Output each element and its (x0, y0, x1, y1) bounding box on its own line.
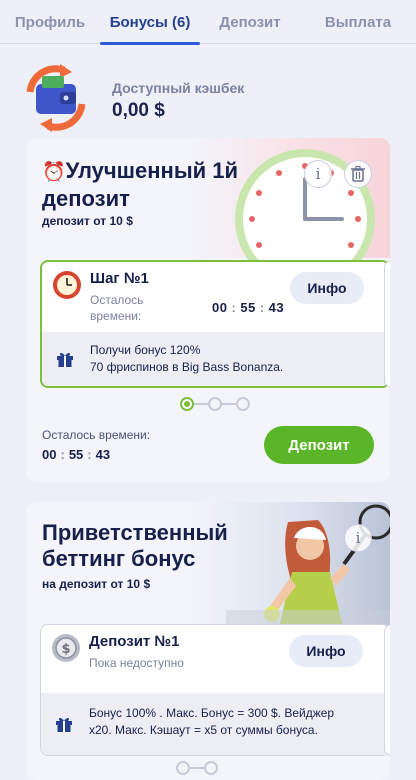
step-timer: 00:55:43 (212, 300, 285, 315)
bonus-step-card: $ Депозит №1 Пока недоступно Инфо Бонус … (40, 624, 390, 756)
gift-icon (57, 352, 73, 367)
bonus-subtitle: депозит от 10 $ (42, 214, 133, 228)
step-status: Пока недоступно (89, 656, 184, 670)
info-icon[interactable]: i (344, 524, 372, 552)
bonus-card-betting: i Приветственный беттинг бонус на депози… (26, 502, 390, 780)
deposit-button[interactable]: Депозит (264, 426, 374, 464)
bonus-title: ⏰Улучшенный 1й депозит (42, 158, 238, 211)
pagination-dot[interactable] (208, 397, 222, 411)
tennis-player-image (226, 504, 390, 632)
step-remaining-label: Осталось времени: (90, 293, 144, 323)
tab-deposit[interactable]: Депозит (200, 0, 300, 44)
bonus-card-first-deposit: i ⏰Улучшенный 1й депозит депозит от 10 $… (26, 138, 390, 482)
cashback-label: Доступный кэшбек (112, 80, 245, 96)
wallet-refresh-icon (26, 64, 86, 132)
step-pagination (180, 397, 250, 411)
step-title: Шаг №1 (90, 270, 149, 287)
svg-text:$: $ (61, 642, 70, 657)
gift-icon (56, 717, 72, 732)
next-step-card[interactable] (384, 260, 390, 388)
info-button[interactable]: Инфо (290, 272, 364, 304)
tab-bonuses[interactable]: Бонусы (6) (100, 0, 200, 45)
alarm-clock-icon: ⏰ (42, 162, 66, 183)
pagination-dot[interactable] (176, 761, 190, 775)
bonus-description: Бонус 100% . Макс. Бонус = 300 $. Вейдже… (89, 706, 335, 737)
info-button[interactable]: Инфо (289, 635, 363, 667)
remaining-time-label: Осталось времени: (42, 428, 151, 442)
clock-icon (53, 271, 81, 299)
coin-icon: $ (52, 634, 80, 662)
bonus-step-card: Шаг №1 Осталось времени: 00:55:43 Инфо П… (40, 260, 390, 388)
trash-icon[interactable] (344, 160, 372, 188)
step-title: Депозит №1 (89, 633, 180, 650)
bonus-title: Приветственный беттинг бонус (42, 520, 228, 571)
tab-profile[interactable]: Профиль (0, 0, 100, 44)
next-step-card[interactable] (384, 624, 390, 756)
cashback-value: 0,00 $ (112, 100, 165, 121)
pagination-dot[interactable] (204, 761, 218, 775)
tab-withdrawal[interactable]: Выплата (300, 0, 416, 44)
bonus-subtitle: на депозит от 10 $ (42, 577, 151, 591)
info-icon[interactable]: i (304, 160, 332, 188)
step-pagination (176, 761, 218, 775)
tab-bar: Профиль Бонусы (6) Депозит Выплата (0, 0, 416, 45)
pagination-dot[interactable] (236, 397, 250, 411)
pagination-dot-active[interactable] (180, 397, 194, 411)
bonus-description: Получи бонус 120% 70 фриспинов в Big Bas… (90, 343, 284, 374)
remaining-time-value: 00:55:43 (42, 447, 111, 462)
